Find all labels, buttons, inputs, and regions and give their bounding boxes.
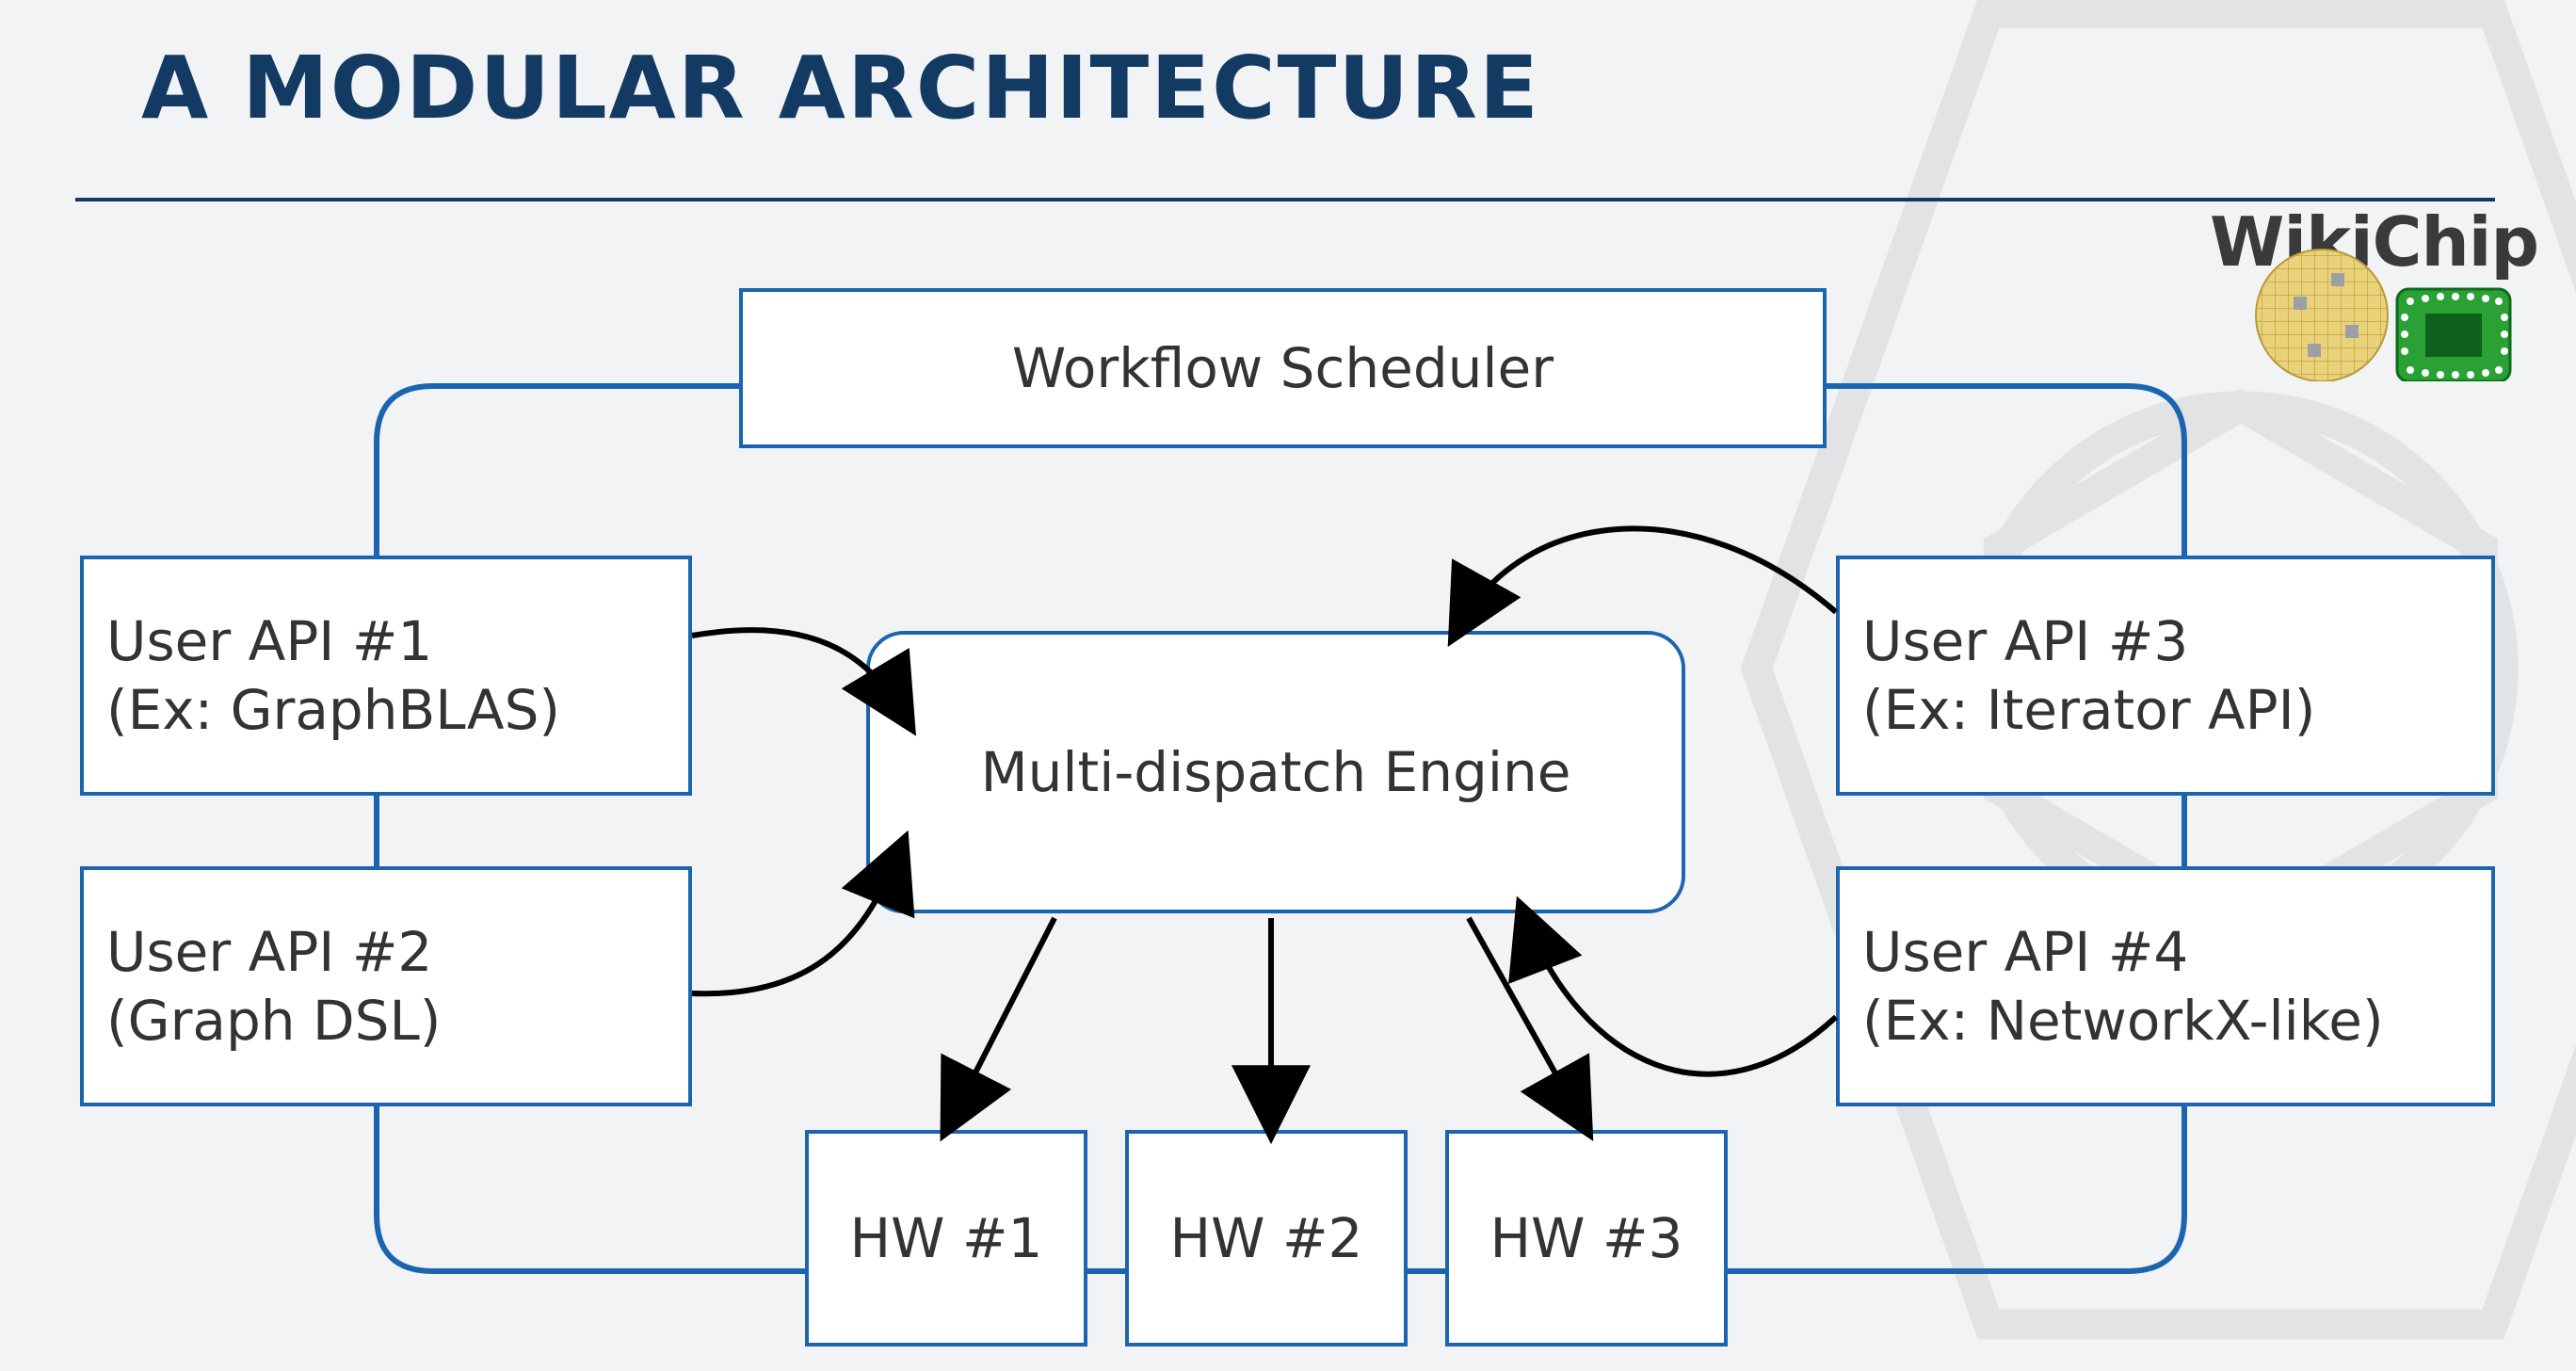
wikichip-logo-icon	[2143, 202, 2538, 381]
box-hw-2: HW #2	[1125, 1130, 1408, 1347]
box-user-api-2: User API #2 (Graph DSL)	[80, 866, 692, 1106]
label-user-api-3-line1: User API #3	[1862, 607, 2315, 676]
box-workflow-scheduler: Workflow Scheduler	[739, 288, 1827, 448]
box-multi-dispatch-engine: Multi-dispatch Engine	[866, 631, 1685, 913]
box-hw-3: HW #3	[1445, 1130, 1728, 1347]
label-user-api-4-line2: (Ex: NetworkX-like)	[1862, 987, 2384, 1056]
label-multi-dispatch-engine: Multi-dispatch Engine	[981, 740, 1571, 804]
title-underline	[75, 198, 2495, 202]
label-workflow-scheduler: Workflow Scheduler	[1012, 336, 1554, 400]
box-user-api-4: User API #4 (Ex: NetworkX-like)	[1836, 866, 2495, 1106]
slide: A MODULAR ARCHITECTURE WikiChip	[0, 0, 2576, 1371]
label-user-api-1-line1: User API #1	[106, 607, 560, 676]
label-hw-1: HW #1	[850, 1206, 1043, 1270]
box-user-api-1: User API #1 (Ex: GraphBLAS)	[80, 556, 692, 796]
label-user-api-2-line2: (Graph DSL)	[106, 987, 441, 1056]
label-user-api-2-line1: User API #2	[106, 918, 441, 987]
box-user-api-3: User API #3 (Ex: Iterator API)	[1836, 556, 2495, 796]
label-user-api-4-line1: User API #4	[1862, 918, 2384, 987]
wikichip-logo: WikiChip	[2143, 202, 2538, 381]
label-user-api-1-line2: (Ex: GraphBLAS)	[106, 676, 560, 745]
slide-title: A MODULAR ARCHITECTURE	[141, 38, 1540, 138]
box-hw-1: HW #1	[805, 1130, 1087, 1347]
label-hw-3: HW #3	[1490, 1206, 1683, 1270]
label-user-api-3-line2: (Ex: Iterator API)	[1862, 676, 2315, 745]
label-hw-2: HW #2	[1170, 1206, 1363, 1270]
